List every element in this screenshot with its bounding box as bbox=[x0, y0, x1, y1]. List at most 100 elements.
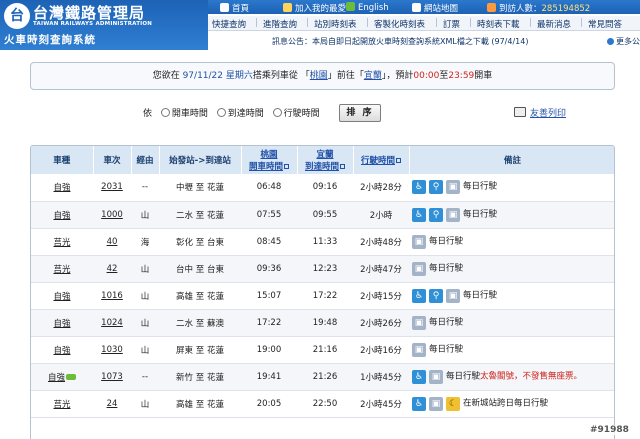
departure-time-cell: 17:22 bbox=[241, 309, 297, 337]
nav-news[interactable]: 最新消息 bbox=[537, 18, 571, 30]
nav-timetable-download[interactable]: 時刻表下載 bbox=[477, 18, 520, 30]
train-number-link[interactable]: 1016 bbox=[101, 291, 123, 301]
col-arrival[interactable]: 宜蘭 到達時間 bbox=[297, 146, 354, 174]
train-type-link[interactable]: 自強 bbox=[53, 346, 70, 356]
note-text: 每日行駛 bbox=[429, 263, 464, 273]
train-type-cell[interactable]: 自強 bbox=[31, 309, 93, 337]
printer-icon bbox=[514, 107, 526, 117]
train-number-link[interactable]: 40 bbox=[107, 237, 118, 247]
train-type-cell[interactable]: 莒光 bbox=[31, 255, 93, 283]
arrival-time-cell: 19:48 bbox=[297, 309, 353, 337]
col-duration[interactable]: 行駛時間 bbox=[353, 146, 410, 174]
sort-duration-radio[interactable] bbox=[272, 108, 282, 117]
train-type-cell[interactable]: 自強 bbox=[31, 363, 93, 391]
notes-cell: ▣ 每日行駛 bbox=[409, 336, 614, 364]
duration-cell: 2小時16分 bbox=[353, 336, 409, 364]
dep-station-sort-link[interactable]: 桃園 bbox=[260, 150, 277, 160]
train-number-link[interactable]: 1030 bbox=[101, 345, 123, 355]
site-logo[interactable]: 台 台灣鐵路管理局 TAIWAN RAILWAYS ADMINISTRATION… bbox=[0, 0, 208, 50]
via-cell: 山 bbox=[131, 336, 159, 364]
sort-arrival-radio[interactable] bbox=[216, 108, 226, 117]
departure-time-cell: 19:41 bbox=[241, 363, 297, 391]
train-type-link[interactable]: 莒光 bbox=[53, 265, 70, 275]
sort-departure-radio[interactable] bbox=[160, 108, 170, 117]
route-cell: 彰化 至 台東 bbox=[159, 228, 241, 256]
train-number-link[interactable]: 1000 bbox=[101, 210, 123, 220]
nav-quick-search[interactable]: 快捷查詢 bbox=[212, 18, 246, 30]
nav-faq[interactable]: 常見問答 bbox=[588, 18, 622, 30]
note-text: 每日行駛 bbox=[446, 371, 481, 381]
more-notices-link[interactable]: 更多公告列表 bbox=[607, 36, 640, 47]
site-title-en: TAIWAN RAILWAYS ADMINISTRATION bbox=[33, 21, 153, 27]
train-number-cell[interactable]: 1073 bbox=[93, 363, 131, 391]
query-weekday: 星期六 bbox=[225, 71, 253, 81]
print-friendly-link[interactable]: 友善列印 bbox=[514, 106, 566, 119]
train-type-cell[interactable]: 莒光 bbox=[31, 390, 93, 418]
train-number-cell[interactable]: 1000 bbox=[93, 201, 131, 229]
train-type-link[interactable]: 自強 bbox=[53, 319, 70, 329]
col-departure[interactable]: 桃園 開車時間 bbox=[241, 146, 298, 174]
departure-time-cell: 08:45 bbox=[241, 228, 297, 256]
english-link[interactable]: English bbox=[346, 2, 389, 13]
note-text: 每日行駛 bbox=[429, 317, 464, 327]
duration-sort-link[interactable]: 行駛時間 bbox=[361, 156, 395, 166]
sort-button[interactable]: 排 序 bbox=[339, 104, 381, 122]
notes-cell: ♿ ⚲ ▣ 每日行駛 bbox=[409, 201, 614, 229]
nav-separator: | bbox=[469, 18, 472, 28]
nav-advanced-search[interactable]: 進階查詢 bbox=[263, 18, 297, 30]
train-number-cell[interactable]: 40 bbox=[93, 228, 131, 256]
notice-text[interactable]: 訊息公告：本局自即日起開放火車時刻查詢系統XML檔之下載 (97/4/14) bbox=[272, 36, 528, 47]
main-nav: 快捷查詢 | 進階查詢 | 站別時刻表 | 客製化時刻表 | 訂票 | 時刻表下… bbox=[208, 16, 640, 31]
train-number-cell[interactable]: 24 bbox=[93, 390, 131, 418]
add-favorite-link[interactable]: 加入我的最愛 bbox=[283, 2, 346, 14]
train-type-cell[interactable]: 自強 bbox=[31, 336, 93, 364]
departure-time-cell: 09:36 bbox=[241, 255, 297, 283]
dep-time-sort-link[interactable]: 開車時間 bbox=[249, 162, 283, 172]
sitemap-link[interactable]: 網站地圖 bbox=[412, 2, 458, 14]
train-type-link[interactable]: 莒光 bbox=[53, 238, 70, 248]
taroko-icon bbox=[66, 373, 76, 380]
train-number-link[interactable]: 24 bbox=[107, 399, 118, 409]
home-link[interactable]: 首頁 bbox=[220, 2, 249, 14]
train-number-cell[interactable]: 42 bbox=[93, 255, 131, 283]
train-number-link[interactable]: 42 bbox=[107, 264, 118, 274]
star-icon bbox=[283, 3, 292, 12]
table-header-row: 車種 車次 經由 始發站->到達站 桃園 開車時間 宜蘭 到達時間 行駛時間 備註 bbox=[31, 146, 614, 174]
route-cell: 中壢 至 花蓮 bbox=[159, 174, 241, 202]
train-type-cell[interactable]: 自強 bbox=[31, 174, 93, 202]
train-type-cell[interactable]: 自強 bbox=[31, 201, 93, 229]
train-type-cell[interactable]: 莒光 bbox=[31, 228, 93, 256]
train-number-cell[interactable]: 1030 bbox=[93, 336, 131, 364]
train-number-link[interactable]: 1073 bbox=[101, 372, 123, 382]
train-number-cell[interactable]: 1024 bbox=[93, 309, 131, 337]
arrival-time-cell: 11:33 bbox=[297, 228, 353, 256]
table-row: 莒光 40 海彰化 至 台東 08:45 11:33 2小時48分 ▣ 每日行駛 bbox=[31, 228, 614, 256]
train-type-link[interactable]: 自強 bbox=[53, 211, 70, 221]
train-type-link[interactable]: 自強 bbox=[53, 183, 70, 193]
duration-cell: 2小時 bbox=[353, 201, 409, 229]
table-row: 自強 1000 山二水 至 花蓮 07:55 09:55 2小時 ♿ ⚲ ▣ 每日行駛 bbox=[31, 201, 614, 229]
train-number-link[interactable]: 1024 bbox=[101, 318, 123, 328]
departure-time-cell: 15:07 bbox=[241, 282, 297, 310]
nav-station-timetable[interactable]: 站別時刻表 bbox=[314, 18, 357, 30]
nav-booking[interactable]: 訂票 bbox=[443, 18, 460, 30]
train-type-link[interactable]: 莒光 bbox=[53, 400, 70, 410]
destination-station[interactable]: 宜蘭 bbox=[364, 71, 382, 81]
train-type-cell[interactable]: 自強 bbox=[31, 282, 93, 310]
train-type-link[interactable]: 自強 bbox=[48, 373, 65, 383]
sort-arrow-icon bbox=[284, 164, 289, 169]
arr-station-sort-link[interactable]: 宜蘭 bbox=[316, 150, 333, 160]
arrival-time-cell: 21:26 bbox=[297, 363, 353, 391]
train-number-cell[interactable]: 1016 bbox=[93, 282, 131, 310]
train-number-link[interactable]: 2031 bbox=[101, 182, 123, 192]
train-number-cell[interactable]: 2031 bbox=[93, 174, 131, 202]
nav-custom-timetable[interactable]: 客製化時刻表 bbox=[374, 18, 425, 30]
arr-time-sort-link[interactable]: 到達時間 bbox=[305, 162, 339, 172]
train-type-link[interactable]: 自強 bbox=[53, 292, 70, 302]
nav-separator: | bbox=[306, 18, 309, 28]
duration-cell: 2小時15分 bbox=[353, 282, 409, 310]
origin-station[interactable]: 桃園 bbox=[310, 71, 328, 81]
dining-car-icon: ▣ bbox=[446, 180, 460, 195]
duration-cell: 2小時26分 bbox=[353, 309, 409, 337]
via-cell: -- bbox=[131, 363, 159, 391]
